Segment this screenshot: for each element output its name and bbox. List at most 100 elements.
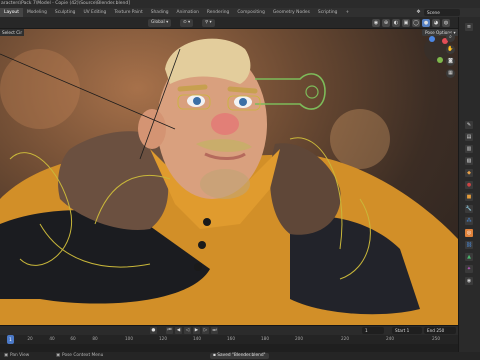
3d-viewport[interactable]: Select Cir Pose Options ▾ xyxy=(0,29,458,325)
world-icon[interactable]: ● xyxy=(465,181,473,189)
solid-shading-icon[interactable]: ● xyxy=(422,19,430,27)
tab-animation[interactable]: Animation xyxy=(173,8,203,17)
play-icon[interactable]: ▶ xyxy=(193,327,200,334)
modifier-icon[interactable]: 🔧 xyxy=(465,205,473,213)
physics-icon[interactable]: ◎ xyxy=(465,229,473,237)
ruler-tick: 200 xyxy=(295,336,303,341)
head-control-ring[interactable] xyxy=(255,73,326,110)
workspace-tabs: Layout Modeling Sculpting UV Editing Tex… xyxy=(0,8,480,17)
hand-icon[interactable]: ✋ xyxy=(446,45,455,54)
ruler-tick: 100 xyxy=(125,336,133,341)
save-notification: ▪ Saved "Blender.blend" xyxy=(210,353,269,359)
scene-icon[interactable]: ❖ xyxy=(415,9,422,16)
ruler-tick: 140 xyxy=(193,336,201,341)
grid-icon[interactable]: ▦ xyxy=(446,69,455,78)
particles-icon[interactable]: ⁂ xyxy=(465,217,473,225)
tab-rendering[interactable]: Rendering xyxy=(203,8,233,17)
zoom-icon[interactable]: ⌕ xyxy=(446,33,455,42)
properties-sidebar: ≡ ✎ ▤ ▥ ▧ ◆ ● ■ 🔧 ⁂ ◎ ⛓ ▲ ✦ ◉ xyxy=(458,17,480,360)
current-frame-field[interactable]: 1 xyxy=(362,327,384,334)
window-title-bar: aracters\Pack 7\Model - Copie (42)\Sourc… xyxy=(0,0,480,8)
object-icon[interactable]: ■ xyxy=(465,193,473,201)
info-icon: ▪ xyxy=(213,353,216,358)
ruler-tick: 180 xyxy=(261,336,269,341)
end-frame-field[interactable]: End 250 xyxy=(424,327,456,334)
viewport-shading-group: ◉ ⊕ ◐ ▣ ◯ ● ◕ ◍ xyxy=(372,19,450,27)
next-keyframe-icon[interactable]: ▷ xyxy=(202,327,209,334)
mouse-left-hint-icon: ▣ xyxy=(4,353,9,358)
start-frame-field[interactable]: Start 1 xyxy=(392,327,422,334)
timeline-header: ● ⏮ ◀ ◁ ▶ ▷ ⏭ 1 Start 1 End 250 xyxy=(0,325,458,335)
eyebrow-right xyxy=(227,86,258,94)
view-layer-icon[interactable]: ▧ xyxy=(465,157,473,165)
pivot-dropdown[interactable]: ⊙ ▾ xyxy=(180,19,194,27)
status-bar: ▣ Pan View ▣ Pose Context Menu ▪ Saved "… xyxy=(0,352,480,360)
jump-start-icon[interactable]: ⏮ xyxy=(166,327,173,334)
tab-uv-editing[interactable]: UV Editing xyxy=(79,8,110,17)
ruler-tick: 220 xyxy=(341,336,349,341)
ruler-tick: 240 xyxy=(386,336,394,341)
material-shading-icon[interactable]: ◕ xyxy=(432,19,440,27)
data-icon[interactable]: ▲ xyxy=(465,253,473,261)
visibility-icon[interactable]: ◉ xyxy=(372,19,380,27)
tab-sculpting[interactable]: Sculpting xyxy=(51,8,80,17)
mouse-right-hint-icon: ▣ xyxy=(56,353,61,358)
ruler-tick: 80 xyxy=(92,336,98,341)
timeline-body[interactable] xyxy=(0,344,458,352)
ruler-tick: 60 xyxy=(70,336,76,341)
render-icon[interactable]: ▤ xyxy=(465,133,473,141)
tab-shading[interactable]: Shading xyxy=(147,8,173,17)
orientation-label: Global xyxy=(151,20,165,25)
ruler-tick: 40 xyxy=(49,336,55,341)
filter-icon[interactable]: ≡ xyxy=(465,23,473,31)
bone-icon[interactable]: ✦ xyxy=(465,265,473,273)
gizmo-y-axis[interactable] xyxy=(437,57,443,63)
scene-render xyxy=(0,36,458,325)
tab-texture-paint[interactable]: Texture Paint xyxy=(110,8,146,17)
fur-collar-right xyxy=(270,143,341,235)
scene-selector[interactable]: Scene xyxy=(424,9,460,16)
tab-compositing[interactable]: Compositing xyxy=(233,8,269,17)
camera-icon[interactable]: ◙ xyxy=(446,57,455,66)
end-label: End xyxy=(427,328,435,333)
ruler-tick: 250 xyxy=(432,336,440,341)
tool-icon[interactable]: ✎ xyxy=(465,121,473,129)
select-mode-label: Select Cir xyxy=(2,30,23,35)
jacket-button xyxy=(203,218,211,226)
tab-scripting[interactable]: Scripting xyxy=(314,8,342,17)
ruler-tick: 20 xyxy=(27,336,33,341)
gizmo-z-axis[interactable] xyxy=(429,36,435,42)
record-icon[interactable]: ● xyxy=(150,327,157,334)
jacket-button xyxy=(194,263,202,271)
jump-end-icon[interactable]: ⏭ xyxy=(211,327,218,334)
constraints-icon[interactable]: ⛓ xyxy=(465,241,473,249)
playhead[interactable]: 1 xyxy=(7,335,14,344)
play-reverse-icon[interactable]: ◁ xyxy=(184,327,191,334)
timeline-ruler[interactable]: 20 40 60 80 100 120 140 160 180 200 220 … xyxy=(0,335,458,344)
jacket-button xyxy=(198,241,206,249)
gizmo-toggle-icon[interactable]: ⊕ xyxy=(382,19,390,27)
playback-controls: ⏮ ◀ ◁ ▶ ▷ ⏭ xyxy=(166,327,218,334)
select-mode-dropdown[interactable]: Select Cir xyxy=(0,29,25,36)
background-light xyxy=(330,109,390,169)
eyebrow-left xyxy=(177,84,208,92)
overlay-toggle-icon[interactable]: ◐ xyxy=(392,19,400,27)
background-light xyxy=(0,49,80,129)
head-control-ring-inner[interactable] xyxy=(305,85,319,99)
wireframe-shading-icon[interactable]: ◯ xyxy=(412,19,420,27)
tab-layout[interactable]: Layout xyxy=(0,8,23,17)
xray-icon[interactable]: ▣ xyxy=(402,19,410,27)
tab-geometry-nodes[interactable]: Geometry Nodes xyxy=(269,8,314,17)
output-icon[interactable]: ▥ xyxy=(465,145,473,153)
scene-props-icon[interactable]: ◆ xyxy=(465,169,473,177)
material-icon[interactable]: ◉ xyxy=(465,277,473,285)
tab-modeling[interactable]: Modeling xyxy=(23,8,51,17)
prev-keyframe-icon[interactable]: ◀ xyxy=(175,327,182,334)
add-workspace-button[interactable]: + xyxy=(341,8,353,17)
orientation-dropdown[interactable]: Global ▾ xyxy=(148,19,172,27)
save-notification-text: Saved "Blender.blend" xyxy=(217,353,266,358)
start-value: 1 xyxy=(406,328,410,333)
snap-toggle[interactable]: ⚲ ▾ xyxy=(202,19,215,27)
status-context-label: Pose Context Menu xyxy=(62,353,104,358)
rendered-shading-icon[interactable]: ◍ xyxy=(442,19,450,27)
